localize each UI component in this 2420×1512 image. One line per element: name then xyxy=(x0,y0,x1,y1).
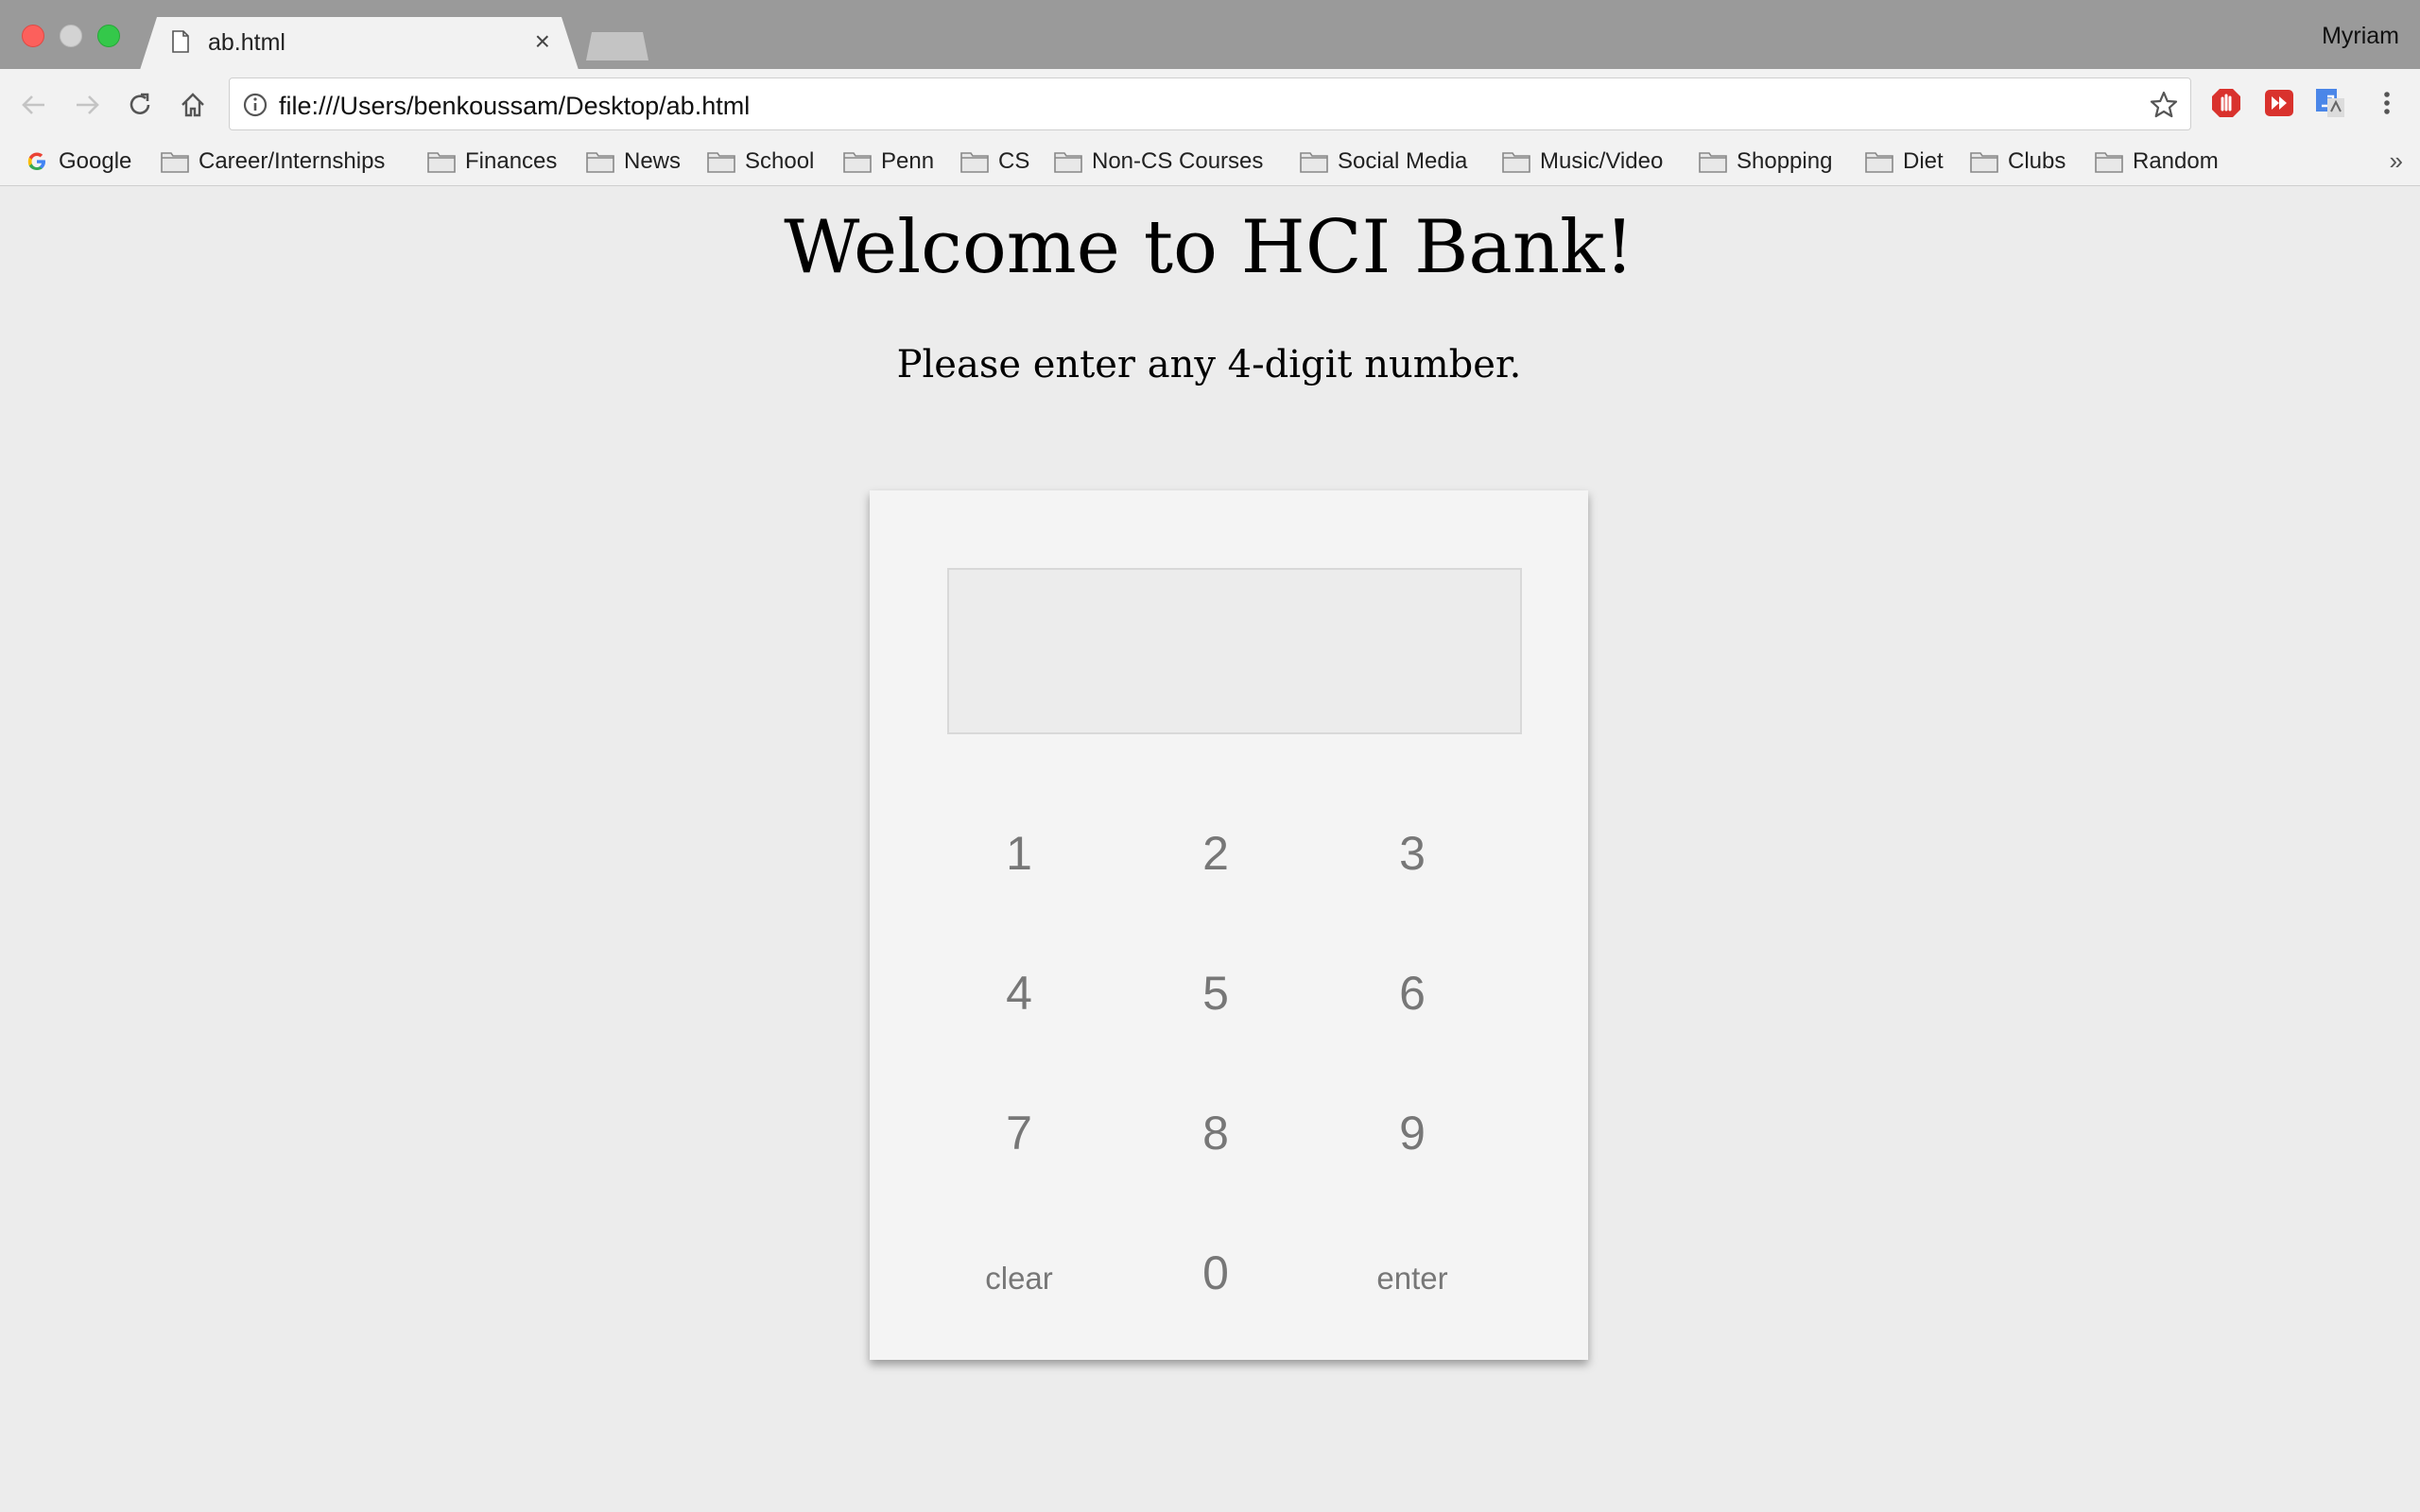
folder-icon xyxy=(161,152,189,173)
bookmark-folder-finances[interactable]: Finances xyxy=(427,148,557,175)
tab-title: ab.html xyxy=(208,29,285,56)
bookmark-label: Music/Video xyxy=(1540,148,1664,174)
new-tab-button[interactable] xyxy=(586,32,648,60)
folder-icon xyxy=(1699,152,1727,173)
key-4[interactable]: 4 xyxy=(925,946,1114,1040)
bookmark-folder-random[interactable]: Random xyxy=(2095,148,2219,175)
info-icon[interactable] xyxy=(241,91,269,119)
key-5[interactable]: 5 xyxy=(1121,946,1310,1040)
bookmark-folder-school[interactable]: School xyxy=(707,148,814,175)
document-icon xyxy=(172,30,189,53)
bookmark-folder-penn[interactable]: Penn xyxy=(843,148,934,175)
menu-dots-icon[interactable] xyxy=(2371,87,2403,119)
key-8[interactable]: 8 xyxy=(1121,1086,1310,1180)
adblock-extension-icon[interactable] xyxy=(2210,87,2242,119)
bookmark-label: Social Media xyxy=(1338,148,1468,174)
bookmark-folder-non-cs-courses[interactable]: Non-CS Courses xyxy=(1054,148,1263,175)
tab-ab-html[interactable]: ab.html × xyxy=(140,17,579,70)
folder-icon xyxy=(1054,152,1082,173)
folder-icon xyxy=(1865,152,1893,173)
bookmark-label: Penn xyxy=(881,148,935,174)
translate-extension-icon[interactable] xyxy=(2314,87,2346,119)
key-6[interactable]: 6 xyxy=(1318,946,1507,1040)
folder-icon xyxy=(1970,152,1998,173)
key-7[interactable]: 7 xyxy=(925,1086,1114,1180)
bookmark-label: School xyxy=(745,148,815,174)
folder-icon xyxy=(843,152,872,173)
home-button[interactable] xyxy=(172,84,214,126)
key-9[interactable]: 9 xyxy=(1318,1086,1507,1180)
bookmark-folder-diet[interactable]: Diet xyxy=(1865,148,1944,175)
back-button[interactable] xyxy=(13,84,55,126)
profile-name[interactable]: Myriam xyxy=(2322,23,2399,50)
folder-icon xyxy=(2095,152,2123,173)
reload-button[interactable] xyxy=(119,84,161,126)
home-icon xyxy=(182,93,204,117)
bookmark-folder-cs[interactable]: CS xyxy=(960,148,1029,175)
enter-button[interactable]: enter xyxy=(1318,1231,1507,1326)
page-instructions: Please enter any 4-digit number. xyxy=(896,343,1522,387)
folder-icon xyxy=(586,152,614,173)
maximize-window-button[interactable] xyxy=(97,25,120,47)
key-2[interactable]: 2 xyxy=(1121,806,1310,901)
bookmark-label: Clubs xyxy=(2008,148,2066,174)
bookmarks-overflow-button[interactable]: » xyxy=(2390,146,2403,176)
bookmark-label: Finances xyxy=(465,148,558,174)
bookmark-label: Career/Internships xyxy=(199,148,386,174)
back-arrow-icon xyxy=(22,95,44,114)
folder-icon xyxy=(1300,152,1328,173)
bookmark-label: CS xyxy=(998,148,1030,174)
tab-close-icon[interactable]: × xyxy=(535,26,550,57)
browser-toolbar: file:///Users/benkoussam/Desktop/ab.html… xyxy=(0,69,2420,186)
folder-icon xyxy=(1502,152,1530,173)
bookmark-label: Google xyxy=(59,148,132,174)
bookmarks-bar: Google Career/Internships Finances News … xyxy=(0,141,2420,186)
bookmark-folder-shopping[interactable]: Shopping xyxy=(1699,148,1832,175)
bookmark-folder-social-media[interactable]: Social Media xyxy=(1300,148,1467,175)
forward-button[interactable] xyxy=(66,84,108,126)
media-extension-icon[interactable] xyxy=(2263,87,2295,119)
key-1[interactable]: 1 xyxy=(925,806,1114,901)
bookmark-label: Diet xyxy=(1903,148,1944,174)
bookmark-folder-news[interactable]: News xyxy=(586,148,681,175)
page-content: Welcome to HCI Bank! Please enter any 4-… xyxy=(0,186,2420,1512)
key-0[interactable]: 0 xyxy=(1121,1226,1310,1320)
bookmark-label: Non-CS Courses xyxy=(1092,148,1264,174)
bookmark-google[interactable]: Google xyxy=(25,148,131,175)
clear-button[interactable]: clear xyxy=(925,1231,1114,1326)
pin-display xyxy=(947,568,1522,734)
minimize-window-button[interactable] xyxy=(60,25,82,47)
pin-keypad: 1 2 3 4 5 6 7 8 9 clear 0 enter xyxy=(870,490,1588,1360)
browser-titlebar: ab.html × Myriam xyxy=(0,0,2420,70)
bookmark-label: Shopping xyxy=(1737,148,1833,174)
bookmark-star-icon[interactable] xyxy=(2149,90,2179,120)
bookmark-folder-clubs[interactable]: Clubs xyxy=(1970,148,2066,175)
reload-icon xyxy=(130,93,150,114)
forward-arrow-icon xyxy=(77,95,99,114)
bookmark-folder-music-video[interactable]: Music/Video xyxy=(1502,148,1663,175)
bookmark-label: Random xyxy=(2133,148,2219,174)
google-icon xyxy=(27,152,45,170)
page-title: Welcome to HCI Bank! xyxy=(784,205,1634,290)
url-text[interactable]: file:///Users/benkoussam/Desktop/ab.html xyxy=(279,92,750,121)
key-3[interactable]: 3 xyxy=(1318,806,1507,901)
folder-icon xyxy=(427,152,456,173)
folder-icon xyxy=(707,152,735,173)
bookmark-label: News xyxy=(624,148,682,174)
address-bar[interactable]: file:///Users/benkoussam/Desktop/ab.html xyxy=(229,77,2191,130)
folder-icon xyxy=(960,152,989,173)
bookmark-folder-career[interactable]: Career/Internships xyxy=(161,148,385,175)
close-window-button[interactable] xyxy=(22,25,44,47)
